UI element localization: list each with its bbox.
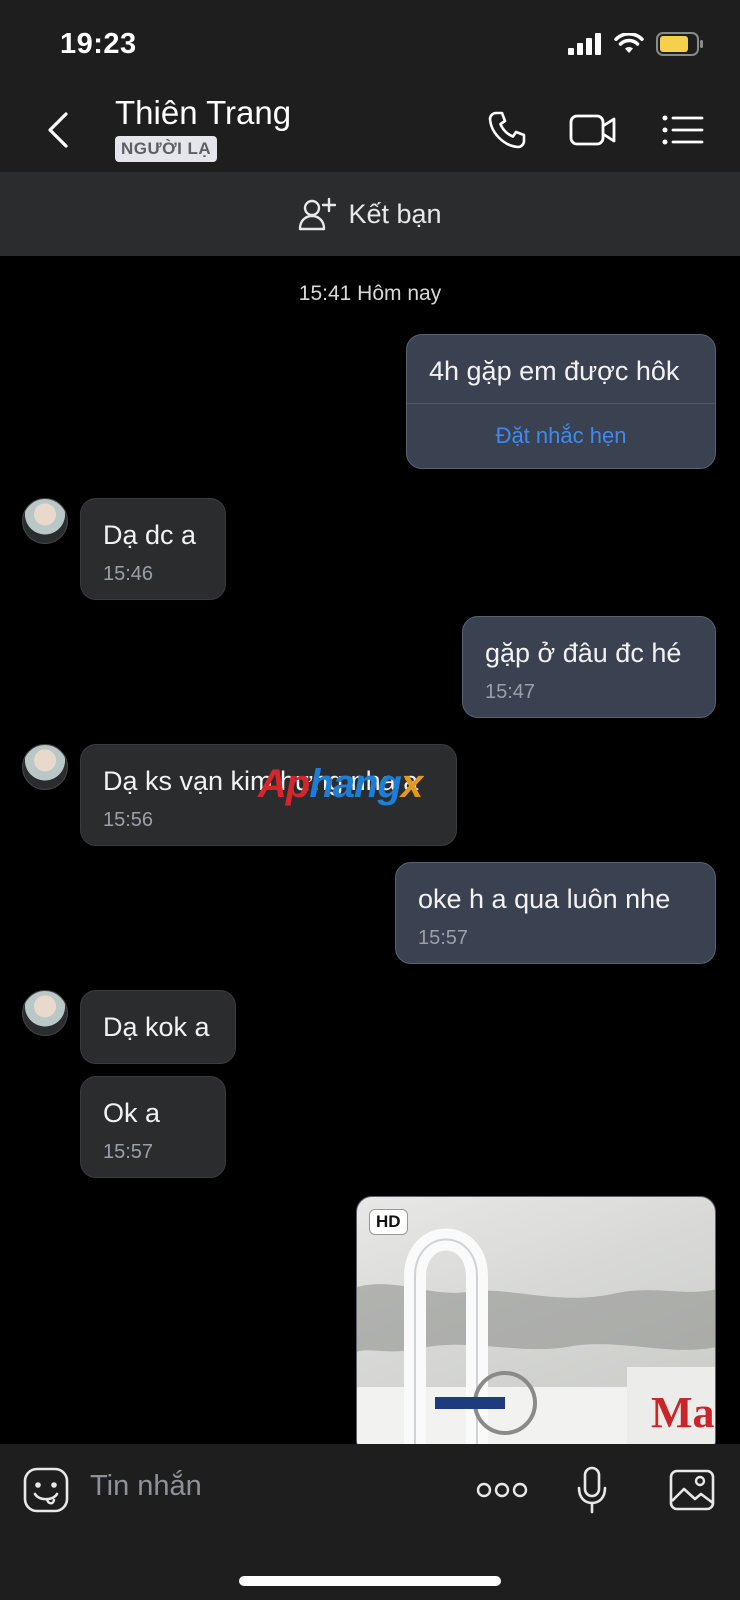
- status-icons: [568, 32, 704, 56]
- message-time: 15:56: [103, 809, 154, 831]
- add-friend-icon: [299, 197, 337, 231]
- avatar[interactable]: [22, 990, 68, 1036]
- message-list[interactable]: 15:41 Hôm nay 4h gặp em được hôk Đặt nhắ…: [0, 256, 740, 1444]
- menu-list-icon: [662, 115, 704, 145]
- avatar[interactable]: [22, 498, 68, 544]
- message-text: Ok a: [103, 1098, 161, 1128]
- chat-header: Thiên Trang NGƯỜI LẠ: [0, 88, 740, 172]
- image-message[interactable]: Ma HD: [356, 1196, 716, 1444]
- divider: [407, 403, 715, 404]
- voice-call-button[interactable]: [482, 106, 532, 154]
- emoji-button[interactable]: [22, 1466, 70, 1514]
- message-text: Dạ kok a: [103, 1012, 210, 1042]
- message-text: oke h a qua luôn nhe: [418, 884, 671, 914]
- home-indicator: [239, 1576, 501, 1586]
- message-bubble-received[interactable]: Dạ dc a 15:46: [80, 498, 226, 600]
- message-text: gặp ở đâu đc hé: [485, 638, 682, 668]
- video-call-icon: [569, 114, 616, 146]
- hd-badge: HD: [369, 1209, 408, 1235]
- phone-icon: [488, 111, 526, 149]
- set-reminder-link[interactable]: Đặt nhắc hẹn: [429, 418, 693, 454]
- add-friend-label: Kết bạn: [348, 198, 442, 229]
- message-bubble-received[interactable]: Dạ kok a: [80, 990, 236, 1064]
- message-bubble-sent[interactable]: gặp ở đâu đc hé 15:47: [462, 616, 716, 718]
- back-icon: [48, 112, 68, 148]
- message-time: 15:57: [103, 1141, 154, 1163]
- more-icon: [476, 1482, 528, 1498]
- emoji-icon: [23, 1467, 69, 1513]
- wifi-icon: [614, 33, 644, 53]
- photo-thumbnail: Ma: [357, 1228, 715, 1444]
- add-friend-button[interactable]: Kết bạn: [0, 172, 740, 256]
- message-time: 15:47: [485, 681, 536, 703]
- chat-menu-button[interactable]: [658, 106, 708, 154]
- contact-name[interactable]: Thiên Trang: [115, 94, 291, 132]
- message-input-bar: Tin nhắn: [0, 1444, 740, 1600]
- microphone-icon: [577, 1466, 607, 1514]
- message-bubble-sent[interactable]: 4h gặp em được hôk Đặt nhắc hẹn: [406, 334, 716, 469]
- svg-text:Ma: Ma: [651, 1388, 715, 1437]
- message-text: 4h gặp em được hôk: [429, 356, 680, 386]
- avatar[interactable]: [22, 744, 68, 790]
- watermark-logo: Aphangx: [258, 762, 423, 806]
- gallery-button[interactable]: [668, 1466, 716, 1514]
- battery-icon: [656, 32, 703, 56]
- more-button[interactable]: [476, 1466, 528, 1514]
- message-text: Dạ dc a: [103, 520, 197, 550]
- status-bar: 19:23: [0, 0, 740, 88]
- message-input[interactable]: Tin nhắn: [90, 1470, 202, 1503]
- gallery-icon: [669, 1469, 715, 1511]
- message-time: 15:46: [103, 563, 154, 585]
- video-call-button[interactable]: [568, 106, 618, 154]
- signal-icon: [568, 33, 601, 55]
- status-time: 19:23: [60, 28, 137, 60]
- message-time: 15:57: [418, 927, 469, 949]
- back-button[interactable]: [38, 106, 78, 154]
- date-separator: 15:41 Hôm nay: [298, 282, 442, 305]
- stranger-badge: NGƯỜI LẠ: [115, 136, 218, 162]
- voice-message-button[interactable]: [568, 1466, 616, 1514]
- message-bubble-sent[interactable]: oke h a qua luôn nhe 15:57: [395, 862, 716, 964]
- message-bubble-received[interactable]: Ok a 15:57: [80, 1076, 226, 1178]
